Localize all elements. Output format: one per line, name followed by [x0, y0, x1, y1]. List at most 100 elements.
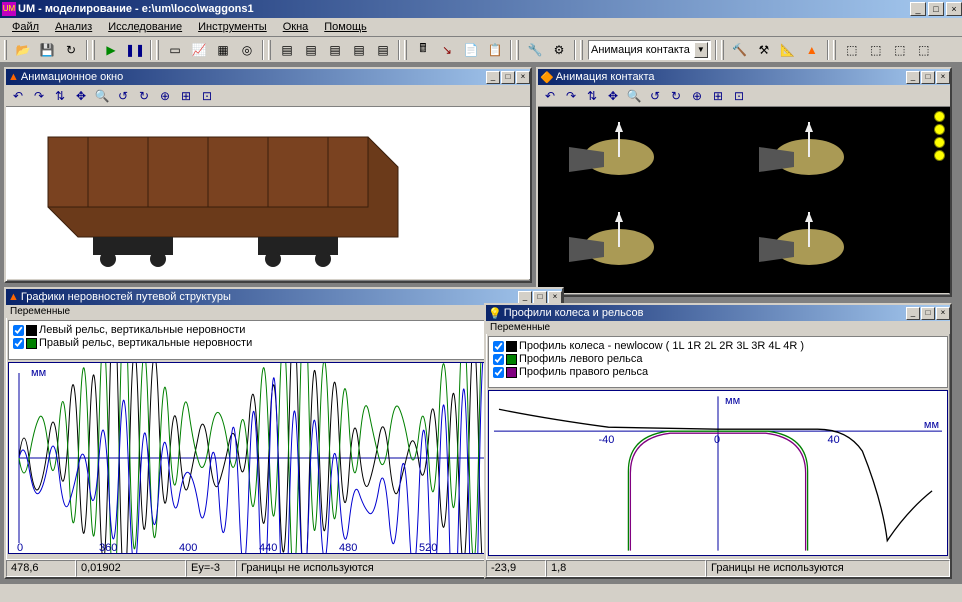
max-button[interactable]: □ [921, 307, 935, 320]
pause-icon[interactable]: ❚❚ [124, 39, 146, 61]
grid-icon[interactable]: ▦ [212, 39, 234, 61]
menu-help[interactable]: Помощь [316, 19, 375, 35]
legend-label-2: Профиль правого рельса [519, 366, 648, 378]
list3-icon[interactable]: ▤ [324, 39, 346, 61]
target-icon[interactable]: ⊞ [176, 86, 196, 106]
profiles-unit-y: мм [725, 395, 740, 407]
page-icon[interactable]: 📋 [484, 39, 506, 61]
animation-title: Анимационное окно [19, 71, 485, 83]
menu-file[interactable]: Файл [4, 19, 47, 35]
menu-bar: Файл Анализ Исследование Инструменты Окн… [0, 18, 962, 37]
close-button[interactable]: × [936, 307, 950, 320]
close-button[interactable]: × [936, 71, 950, 84]
fit-icon[interactable]: ⊕ [155, 86, 175, 106]
min-button[interactable]: _ [906, 71, 920, 84]
irregularities-window: ▲ Графики неровностей путевой структуры … [4, 287, 564, 579]
close-button[interactable]: × [516, 71, 530, 84]
max-button[interactable]: □ [921, 71, 935, 84]
app-title: UM - моделирование - e:\um\loco\waggons1 [16, 3, 908, 15]
reload-icon[interactable]: ↻ [60, 39, 82, 61]
profiles-window: 💡 Профили колеса и рельсов _□× Переменны… [484, 303, 952, 579]
anim-toolbar: ↶ ↷ ⇅ ✥ 🔍 ↺ ↻ ⊕ ⊞ ⊡ [6, 85, 530, 107]
force-icon[interactable]: 🔧 [524, 39, 546, 61]
irreg-chart[interactable]: 036040044048052056 мм [8, 362, 560, 554]
max-button[interactable]: □ [501, 71, 515, 84]
irreg-title: Графики неровностей путевой структуры [19, 291, 517, 303]
tool-b-icon[interactable]: ⚒ [753, 39, 775, 61]
minimize-button[interactable]: _ [910, 2, 926, 16]
list4-icon[interactable]: ▤ [348, 39, 370, 61]
indicator-stack [934, 111, 946, 161]
wheel-icon[interactable]: ◎ [236, 39, 258, 61]
legend-check-1[interactable] [13, 338, 24, 349]
list1-icon[interactable]: ▤ [276, 39, 298, 61]
fit-icon[interactable]: ⊕ [687, 86, 707, 106]
profiles-unit-x: мм [924, 419, 939, 431]
move-icon[interactable]: ✥ [71, 86, 91, 106]
save-icon[interactable]: 💾 [36, 39, 58, 61]
rot-right-icon[interactable]: ↷ [29, 86, 49, 106]
window-icon[interactable]: ▭ [164, 39, 186, 61]
home-icon[interactable]: ⊡ [197, 86, 217, 106]
maximize-button[interactable]: □ [928, 2, 944, 16]
min-button[interactable]: _ [906, 307, 920, 320]
spin2-icon[interactable]: ↻ [666, 86, 686, 106]
spin1-icon[interactable]: ↺ [113, 86, 133, 106]
align3-icon[interactable]: ⬚ [889, 39, 911, 61]
svg-text:0: 0 [714, 434, 720, 446]
rot-left-icon[interactable]: ↶ [540, 86, 560, 106]
view-combo[interactable]: Анимация контакта ▼ [588, 40, 711, 60]
legend-check-2[interactable] [493, 367, 504, 378]
menu-tools[interactable]: Инструменты [190, 19, 275, 35]
menu-windows[interactable]: Окна [275, 19, 317, 35]
calc-icon[interactable]: 🖩 [412, 39, 434, 61]
align1-icon[interactable]: ⬚ [841, 39, 863, 61]
anim-viewport[interactable] [6, 107, 530, 279]
rot-right-icon[interactable]: ↷ [561, 86, 581, 106]
min-button[interactable]: _ [486, 71, 500, 84]
profiles-chart[interactable]: -40040 мм мм [488, 390, 948, 556]
contact-viewport[interactable] [538, 107, 950, 293]
zoom-icon[interactable]: 🔍 [92, 86, 112, 106]
svg-text:400: 400 [179, 542, 197, 553]
align2-icon[interactable]: ⬚ [865, 39, 887, 61]
contact-icon[interactable]: ⚙ [548, 39, 570, 61]
tool-a-icon[interactable]: 🔨 [729, 39, 751, 61]
chart-icon[interactable]: 📈 [188, 39, 210, 61]
close-button[interactable]: × [548, 291, 562, 304]
rot-left-icon[interactable]: ↶ [8, 86, 28, 106]
contact-hdr-icon: 🔶 [540, 71, 554, 84]
open-icon[interactable]: 📂 [12, 39, 34, 61]
cone-icon: ▲ [8, 71, 19, 83]
animation-window: ▲ Анимационное окно _□× ↶ ↷ ⇅ ✥ 🔍 ↺ ↻ ⊕ … [4, 67, 532, 283]
align4-icon[interactable]: ⬚ [913, 39, 935, 61]
list2-icon[interactable]: ▤ [300, 39, 322, 61]
play-icon[interactable]: ▶ [100, 39, 122, 61]
vector-icon[interactable]: ↘ [436, 39, 458, 61]
home-icon[interactable]: ⊡ [729, 86, 749, 106]
cone-icon[interactable]: ▲ [801, 39, 823, 61]
irreg-legend-header: Переменные [6, 305, 562, 318]
menu-analysis[interactable]: Анализ [47, 19, 100, 35]
tool-c-icon[interactable]: 📐 [777, 39, 799, 61]
doc-icon[interactable]: 📄 [460, 39, 482, 61]
menu-research[interactable]: Исследование [100, 19, 190, 35]
status-x: -23,9 [486, 560, 546, 577]
mdi-area: ▲ Анимационное окно _□× ↶ ↷ ⇅ ✥ 🔍 ↺ ↻ ⊕ … [0, 63, 962, 584]
legend-check-0[interactable] [493, 341, 504, 352]
chevron-down-icon[interactable]: ▼ [694, 42, 708, 58]
legend-label-0: Профиль колеса - newlocow ( 1L 1R 2L 2R … [519, 340, 804, 352]
rot-up-icon[interactable]: ⇅ [582, 86, 602, 106]
legend-check-1[interactable] [493, 354, 504, 365]
zoom-icon[interactable]: 🔍 [624, 86, 644, 106]
expand-icon[interactable]: ⊞ [708, 86, 728, 106]
close-button[interactable]: × [946, 2, 962, 16]
min-button[interactable]: _ [518, 291, 532, 304]
spin2-icon[interactable]: ↻ [134, 86, 154, 106]
list5-icon[interactable]: ▤ [372, 39, 394, 61]
max-button[interactable]: □ [533, 291, 547, 304]
rot-up-icon[interactable]: ⇅ [50, 86, 70, 106]
spin1-icon[interactable]: ↺ [645, 86, 665, 106]
legend-check-0[interactable] [13, 325, 24, 336]
move-icon[interactable]: ✥ [603, 86, 623, 106]
